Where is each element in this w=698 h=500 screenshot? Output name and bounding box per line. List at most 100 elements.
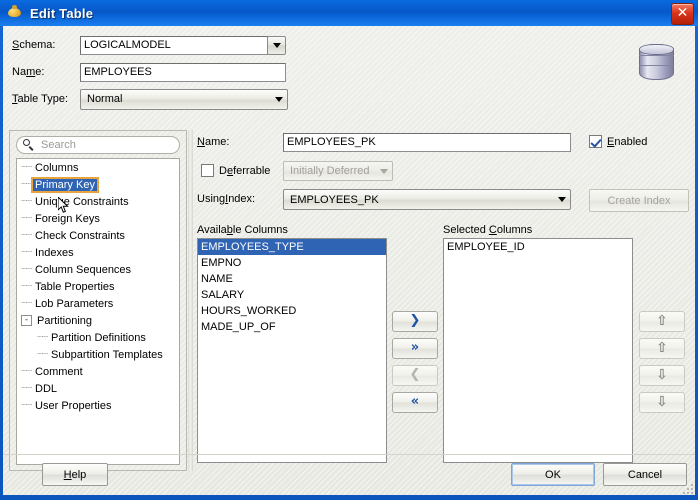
pk-name-label: Name: (197, 136, 230, 148)
window-title: Edit Table (30, 5, 94, 21)
move-to-bottom-icon: ⇩ (656, 393, 668, 410)
list-item[interactable]: EMPLOYEE_ID (444, 239, 632, 255)
chevron-left-icon: ❮ (409, 367, 421, 382)
chevron-right-button[interactable]: ❯ (392, 311, 438, 332)
pk-name-input[interactable]: EMPLOYEES_PK (283, 133, 571, 152)
tree-item-label: Subpartition Templates (51, 348, 163, 361)
chevron-down-icon (558, 197, 566, 202)
tree-item-unique-constraints[interactable]: ┈┈ Unique Constraints (17, 193, 179, 210)
tree-item-column-sequences[interactable]: ┈┈ Column Sequences (17, 261, 179, 278)
available-columns-list[interactable]: EMPLOYEES_TYPE EMPNO NAME SALARY HOURS_WORKE… (197, 238, 387, 463)
reorder-button-group: ⇧ ⇧ ⇩ ⇩ (639, 311, 685, 419)
tree-item-label: Partitioning (37, 314, 93, 327)
chevron-left-button: ❮ (392, 365, 438, 386)
tree-branch-line-icon: ┈┈ (21, 298, 32, 309)
deferrable-checkbox[interactable]: Deferrable (201, 164, 270, 177)
using-index-value: EMPLOYEES_PK (290, 193, 379, 206)
table-type-row: Table Type: Normal (12, 88, 592, 110)
resize-grip[interactable] (681, 482, 693, 494)
table-type-combo[interactable]: Normal (80, 88, 288, 110)
tree-branch-line-icon: ┈┈ (21, 247, 32, 258)
schema-input[interactable]: LOGICALMODEL (80, 35, 268, 55)
name-row: Name: EMPLOYEES (12, 61, 592, 83)
tree-item-label: Column Sequences (35, 263, 132, 276)
tree-branch-line-icon: ┈┈ (21, 264, 32, 275)
tree-branch-line-icon: ┈┈ (21, 230, 32, 241)
tree-item-lob-parameters[interactable]: ┈┈ Lob Parameters (17, 295, 179, 312)
tree-item-partition-definitions[interactable]: ┈┈ Partition Definitions (17, 329, 179, 346)
move-up-icon: ⇧ (656, 339, 668, 356)
tree-branch-line-icon: ┈┈ (21, 281, 32, 292)
tree-item-ddl[interactable]: ┈┈ DDL (17, 380, 179, 397)
tree-item-primary-key[interactable]: ┈┈ Primary Key (17, 176, 179, 193)
create-index-label: Create Index (607, 194, 671, 207)
chevron-double-left-button[interactable]: « (392, 392, 438, 413)
tree-branch-line-icon: ┈┈ (37, 349, 48, 360)
separator-line (3, 454, 695, 455)
tree-branch-line-icon: ┈┈ (21, 196, 32, 207)
list-item[interactable]: SALARY (198, 287, 386, 303)
tree-item-label: DDL (35, 382, 58, 395)
create-index-button: Create Index (589, 189, 689, 212)
dialog-button-bar: Help OK Cancel (3, 454, 695, 495)
search-placeholder: Search (41, 139, 76, 151)
tree-item-subpartition-templates[interactable]: ┈┈ Subpartition Templates (17, 346, 179, 363)
dialog-client-area: Schema: LOGICALMODEL Name: EMPLOYEES Tab… (3, 26, 695, 495)
list-item[interactable]: NAME (198, 271, 386, 287)
tree-item-columns[interactable]: ┈┈ Columns (17, 159, 179, 176)
tree-item-label: Unique Constraints (35, 195, 129, 208)
tree-branch-line-icon: ┈┈ (37, 332, 48, 343)
enabled-checkbox[interactable]: Enabled (589, 135, 647, 148)
list-item[interactable]: MADE_UP_OF (198, 319, 386, 335)
help-label: Help (63, 468, 87, 481)
chevron-down-icon (275, 96, 283, 102)
property-tree[interactable]: ┈┈ Columns ┈┈ Primary Key ┈┈ Unique Constrain… (16, 158, 180, 465)
tree-expander-icon[interactable]: - (21, 315, 32, 326)
tree-item-check-constraints[interactable]: ┈┈ Check Constraints (17, 227, 179, 244)
chevron-down-icon (380, 168, 388, 174)
tree-item-comment[interactable]: ┈┈ Comment (17, 363, 179, 380)
tree-branch-line-icon: ┈┈ (21, 213, 32, 224)
teapot-icon (6, 4, 24, 22)
schema-row: Schema: LOGICALMODEL (12, 34, 592, 56)
chevron-double-right-button[interactable]: » (392, 338, 438, 359)
help-button[interactable]: Help (42, 463, 108, 486)
table-header-form: Schema: LOGICALMODEL Name: EMPLOYEES Tab… (12, 34, 592, 115)
list-item[interactable]: HOURS_WORKED (198, 303, 386, 319)
cancel-button[interactable]: Cancel (603, 463, 687, 486)
move-to-top-button: ⇧ (639, 311, 685, 332)
tree-branch-line-icon: ┈┈ (21, 383, 32, 394)
initially-deferred-combo: Initially Deferred (283, 161, 393, 181)
tree-item-label: Comment (35, 365, 83, 378)
tree-item-label: Partition Definitions (51, 331, 146, 344)
tree-branch-line-icon: ┈┈ (21, 179, 32, 190)
checkbox-checked-icon (589, 135, 602, 148)
tree-item-label: Columns (35, 161, 79, 174)
ok-button[interactable]: OK (511, 463, 595, 486)
table-type-value: Normal (87, 93, 123, 105)
selected-columns-label: Selected Columns (443, 224, 533, 236)
pane-splitter[interactable] (188, 130, 193, 471)
navigation-pane: Search ┈┈ Columns ┈┈ Primary Key ┈┈ Unique Co… (9, 130, 187, 471)
list-item[interactable]: EMPNO (198, 255, 386, 271)
table-type-label: Table Type: (12, 93, 69, 105)
tree-branch-line-icon: ┈┈ (21, 162, 32, 173)
tree-item-user-properties[interactable]: ┈┈ User Properties (17, 397, 179, 414)
list-item[interactable]: EMPLOYEES_TYPE (198, 239, 386, 255)
enabled-label: Enabled (607, 135, 648, 148)
edit-table-dialog: Edit Table ✕ Schema: LOGICALMODEL Name: … (0, 0, 698, 500)
tree-item-label: Table Properties (35, 280, 115, 293)
tree-item-partitioning[interactable]: - Partitioning (17, 312, 179, 329)
tree-item-indexes[interactable]: ┈┈ Indexes (17, 244, 179, 261)
selected-columns-list[interactable]: EMPLOYEE_ID (443, 238, 633, 463)
tree-item-foreign-keys[interactable]: ┈┈ Foreign Keys (17, 210, 179, 227)
schema-dropdown-button[interactable] (267, 35, 286, 55)
tree-branch-line-icon: ┈┈ (21, 366, 32, 377)
tree-item-table-properties[interactable]: ┈┈ Table Properties (17, 278, 179, 295)
name-label: Name: (12, 66, 45, 78)
close-button[interactable]: ✕ (671, 3, 694, 25)
name-input[interactable]: EMPLOYEES (80, 62, 286, 82)
search-input[interactable]: Search (16, 136, 180, 154)
using-index-combo[interactable]: EMPLOYEES_PK (283, 189, 571, 210)
tree-item-label: Foreign Keys (35, 212, 100, 225)
